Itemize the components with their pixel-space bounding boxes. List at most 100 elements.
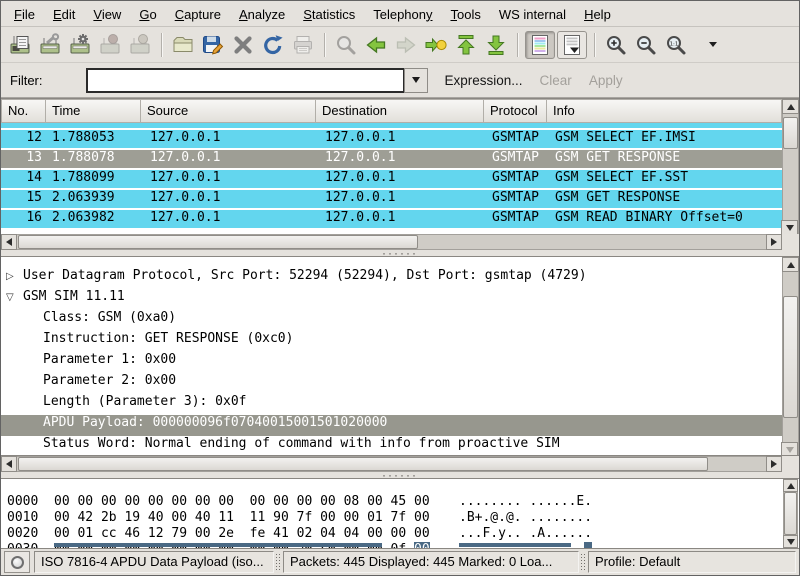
filter-input[interactable] — [86, 68, 404, 93]
capture-restart-button — [125, 30, 155, 60]
zoom-out-button[interactable] — [631, 30, 661, 60]
arrow-down-icon — [786, 225, 794, 231]
menu-capture[interactable]: Capture — [166, 3, 230, 25]
menu-file[interactable]: File — [5, 3, 44, 25]
hex-row[interactable]: 000000 00 00 00 00 00 00 00 00 00 00 00 … — [1, 479, 799, 495]
save-file-button[interactable] — [198, 30, 228, 60]
go-to-bottom-button[interactable] — [481, 30, 511, 60]
find-packet-button — [331, 30, 361, 60]
hex-row[interactable]: 001000 42 2b 19 40 00 40 11 11 90 7f 00 … — [1, 495, 799, 511]
scroll-up-button[interactable] — [782, 99, 799, 114]
hex-row[interactable]: 003000 00 00 00 00 00 00 00 00 00 a0 c0 … — [1, 527, 799, 543]
column-header-no[interactable]: No. — [1, 99, 46, 123]
expert-info-button[interactable] — [4, 551, 30, 573]
menu-edit[interactable]: Edit — [44, 3, 84, 25]
apply-button: Apply — [589, 73, 623, 88]
detail-row[interactable]: Parameter 1: 0x00 — [1, 352, 782, 373]
scroll-right-button[interactable] — [766, 234, 782, 250]
packet-list-pane: No. Time Source Destination Protocol Inf… — [1, 98, 799, 250]
colorize-icon — [530, 34, 550, 56]
packet-row[interactable]: 162.063982127.0.0.1127.0.0.1GSMTAPGSM RE… — [1, 210, 782, 230]
packet-list-vscrollbar[interactable] — [782, 99, 799, 235]
zoom-original-button[interactable]: 1:1 — [661, 30, 691, 60]
nic-stop-icon — [98, 33, 122, 57]
hex-row-partial-selection — [1, 543, 782, 547]
capture-start-button[interactable] — [65, 30, 95, 60]
scrollbar-thumb[interactable] — [784, 492, 797, 535]
arrow-right-icon — [771, 460, 777, 468]
column-header-time[interactable]: Time — [46, 99, 141, 123]
open-file-button[interactable] — [168, 30, 198, 60]
menu-go[interactable]: Go — [130, 3, 165, 25]
nic-restart-icon — [128, 33, 152, 57]
scrollbar-corner — [782, 234, 799, 250]
scroll-right-button[interactable] — [766, 456, 782, 472]
hex-row[interactable]: 002000 01 cc 46 12 79 00 2e fe 41 02 04 … — [1, 511, 799, 527]
capture-options-button[interactable] — [35, 30, 65, 60]
detail-row-selected[interactable]: APDU Payload: 000000096f0704001500150102… — [1, 415, 782, 436]
detail-row[interactable]: Status Word: Normal ending of command wi… — [1, 436, 782, 456]
nic-wrench-icon — [38, 33, 62, 57]
arrow-bottom-icon — [484, 33, 508, 57]
scroll-down-button[interactable] — [783, 535, 798, 548]
details-vscrollbar[interactable] — [782, 257, 799, 456]
go-to-packet-button[interactable] — [421, 30, 451, 60]
auto-scroll-toggle-button[interactable] — [557, 31, 587, 59]
column-header-protocol[interactable]: Protocol — [484, 99, 547, 123]
detail-row[interactable]: Class: GSM (0xa0) — [1, 310, 782, 331]
detail-row[interactable]: ▽GSM SIM 11.11 — [1, 289, 782, 310]
menu-help[interactable]: Help — [575, 3, 620, 25]
packet-row[interactable]: 141.788099127.0.0.1127.0.0.1GSMTAPGSM SE… — [1, 170, 782, 190]
detail-row[interactable]: Instruction: GET RESPONSE (0xc0) — [1, 331, 782, 352]
toolbar-overflow-caret[interactable] — [709, 42, 717, 47]
close-file-button[interactable] — [228, 30, 258, 60]
column-header-destination[interactable]: Destination — [316, 99, 484, 123]
main-toolbar: 1:1 — [1, 27, 799, 63]
detail-row-partial[interactable]: ▷Internet Protocol, Src: 127.0.0.1 (127.… — [1, 257, 782, 268]
packet-row-selected[interactable]: 131.788078127.0.0.1127.0.0.1GSMTAPGSM GE… — [1, 150, 782, 170]
packet-row[interactable]: 152.063939127.0.0.1127.0.0.1GSMTAPGSM GE… — [1, 190, 782, 210]
scroll-up-button[interactable] — [782, 257, 799, 272]
menu-ws-internal[interactable]: WS internal — [490, 3, 575, 25]
expander-icon[interactable]: ▷ — [1, 271, 23, 282]
detail-row[interactable]: Parameter 2: 0x00 — [1, 373, 782, 394]
scrollbar-thumb[interactable] — [783, 296, 798, 418]
statusbar-grip[interactable] — [275, 553, 282, 571]
expander-icon[interactable]: ▽ — [1, 292, 23, 303]
detail-row[interactable]: Length (Parameter 3): 0x0f — [1, 394, 782, 415]
colorize-toggle-button[interactable] — [525, 31, 555, 59]
menu-analyze[interactable]: Analyze — [230, 3, 294, 25]
scroll-down-button[interactable] — [781, 442, 798, 456]
menu-telephony[interactable]: Telephony — [364, 3, 441, 25]
list-interfaces-button[interactable] — [5, 30, 35, 60]
floppy-save-icon — [201, 33, 225, 57]
detail-row[interactable]: ▷User Datagram Protocol, Src Port: 52294… — [1, 268, 782, 289]
arrow-down-icon — [787, 539, 795, 545]
zoom-in-button[interactable] — [601, 30, 631, 60]
statusbar-grip[interactable] — [580, 553, 587, 571]
nic-list-icon — [8, 33, 32, 57]
go-back-button[interactable] — [361, 30, 391, 60]
column-header-source[interactable]: Source — [141, 99, 316, 123]
status-profile[interactable]: Profile: Default — [588, 551, 796, 573]
menu-view[interactable]: View — [84, 3, 130, 25]
menu-tools[interactable]: Tools — [442, 3, 490, 25]
packet-row-partial[interactable]: 111.787851127.0.0.1127.0.0.1GSMTAPGSM GE… — [1, 123, 782, 130]
arrow-left-icon — [6, 460, 12, 468]
scrollbar-thumb[interactable] — [783, 117, 798, 149]
menu-statistics[interactable]: Statistics — [294, 3, 364, 25]
scrollbar-thumb[interactable] — [18, 457, 708, 471]
go-to-top-button[interactable] — [451, 30, 481, 60]
packet-row[interactable]: 121.788053127.0.0.1127.0.0.1GSMTAPGSM SE… — [1, 130, 782, 150]
scrollbar-thumb[interactable] — [18, 235, 418, 249]
scroll-left-button[interactable] — [1, 456, 17, 472]
reload-button[interactable] — [258, 30, 288, 60]
scroll-down-button[interactable] — [781, 220, 798, 235]
filter-dropdown-button[interactable] — [404, 68, 428, 93]
expression-button[interactable]: Expression... — [445, 73, 523, 88]
scroll-left-button[interactable] — [1, 234, 17, 250]
hex-vscrollbar[interactable] — [783, 479, 798, 548]
expert-info-icon — [11, 556, 24, 569]
column-header-info[interactable]: Info — [547, 99, 782, 123]
scroll-up-button[interactable] — [783, 479, 798, 492]
